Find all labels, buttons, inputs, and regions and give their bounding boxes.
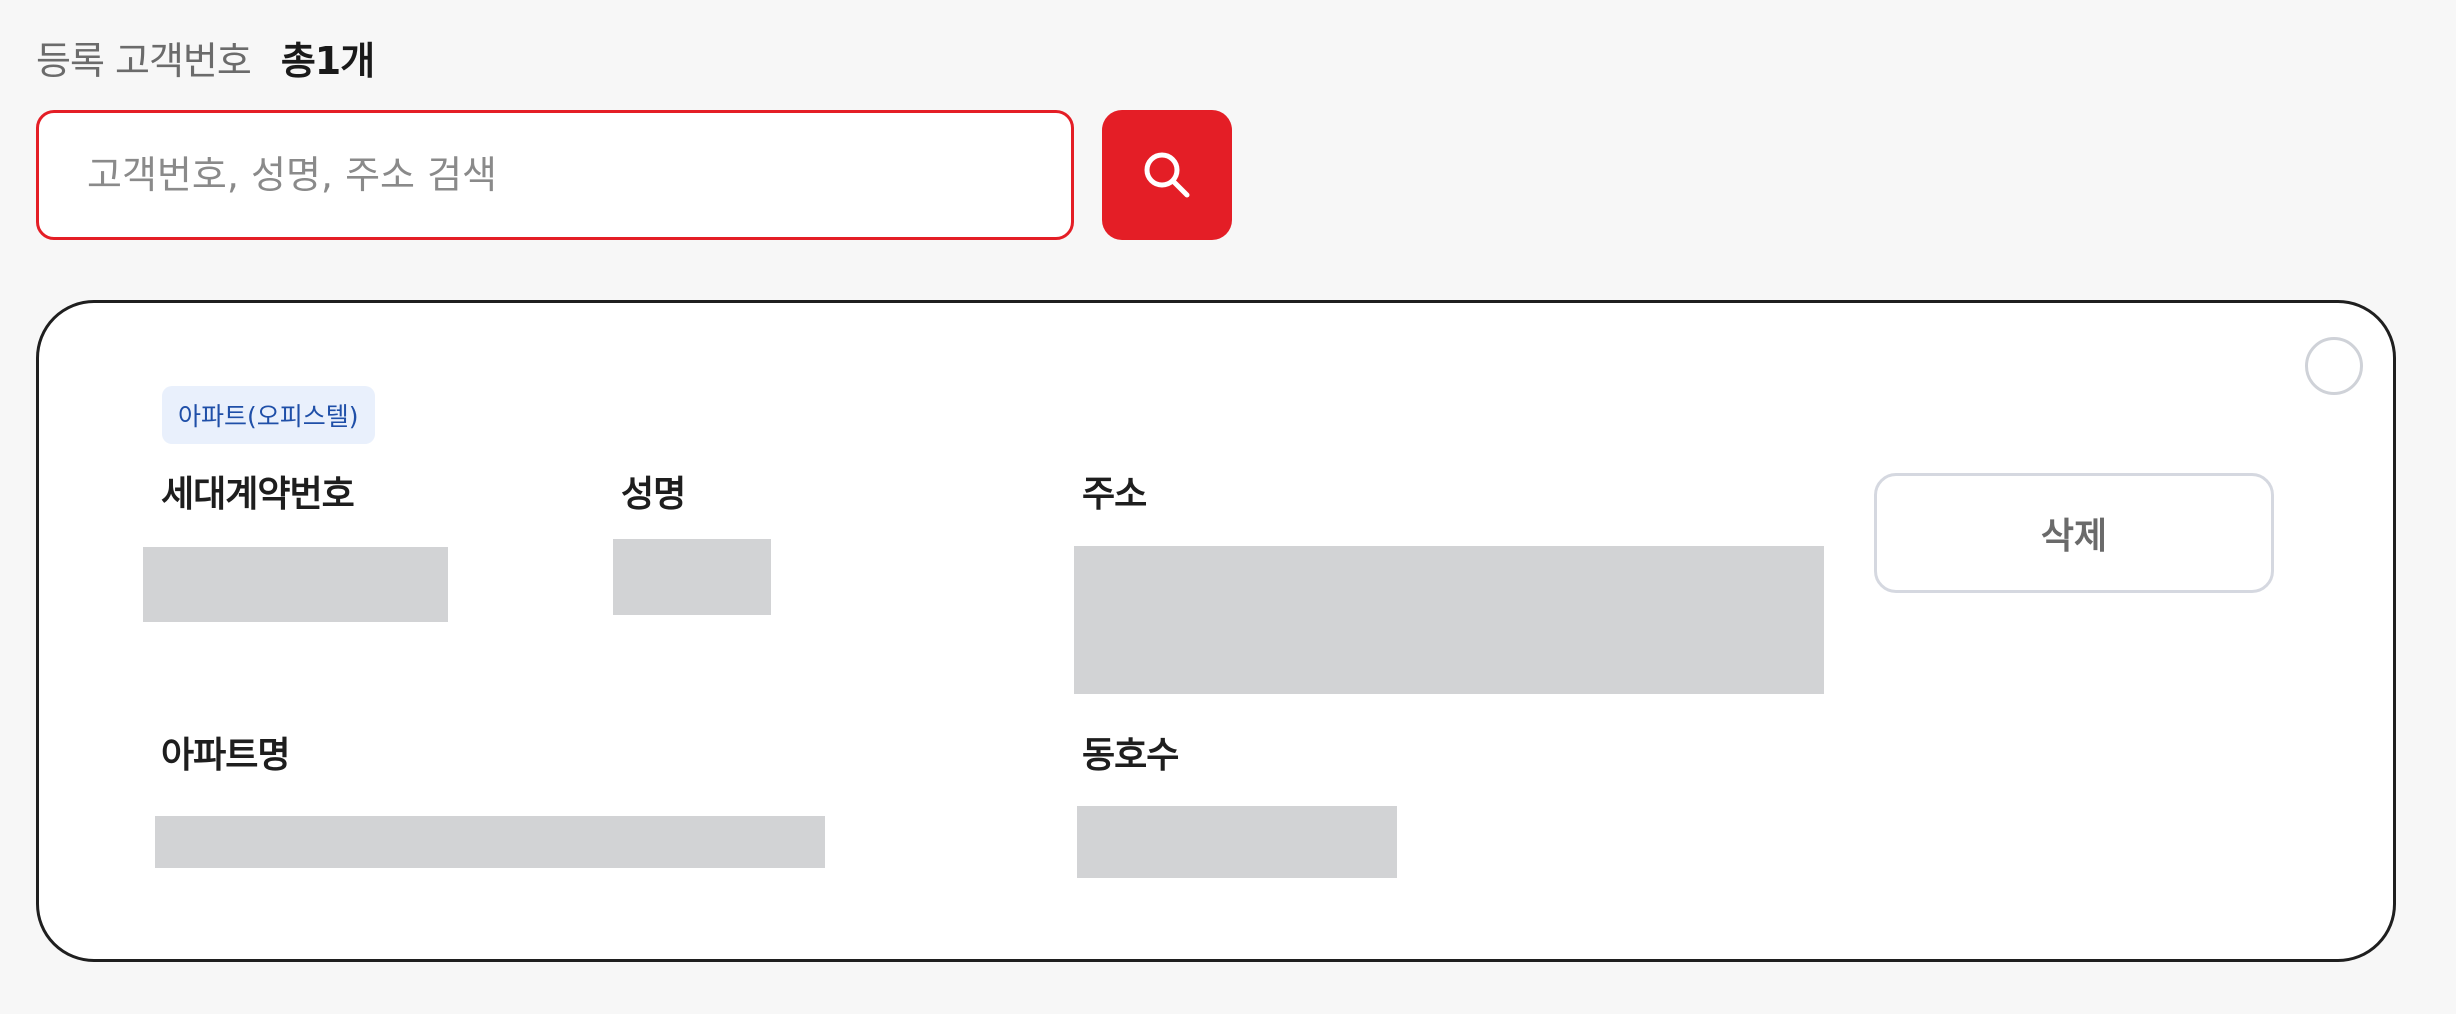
registered-customer-label: 등록 고객번호 (36, 39, 252, 83)
unit-number-label: 동호수 (1082, 735, 1179, 776)
search-input[interactable] (36, 110, 1074, 240)
select-radio[interactable] (2305, 337, 2363, 395)
name-value-redacted (613, 539, 771, 615)
customer-card: 아파트(오피스텔) 세대계약번호 성명 주소 아파트명 동호수 삭제 (36, 300, 2396, 962)
name-label: 성명 (621, 474, 686, 515)
unit-number-value-redacted (1077, 806, 1397, 878)
apartment-name-value-redacted (155, 816, 825, 868)
search-button[interactable] (1102, 110, 1232, 240)
address-label: 주소 (1082, 474, 1147, 515)
apartment-name-label: 아파트명 (161, 735, 290, 776)
contract-number-label: 세대계약번호 (161, 474, 355, 515)
property-type-badge: 아파트(오피스텔) (162, 386, 375, 444)
address-value-redacted (1074, 546, 1824, 694)
total-count: 총1개 (280, 39, 375, 83)
contract-number-value-redacted (143, 547, 448, 622)
customer-count-header: 등록 고객번호 총1개 (36, 30, 375, 85)
search-icon (1144, 152, 1190, 198)
delete-button[interactable]: 삭제 (1874, 473, 2274, 593)
